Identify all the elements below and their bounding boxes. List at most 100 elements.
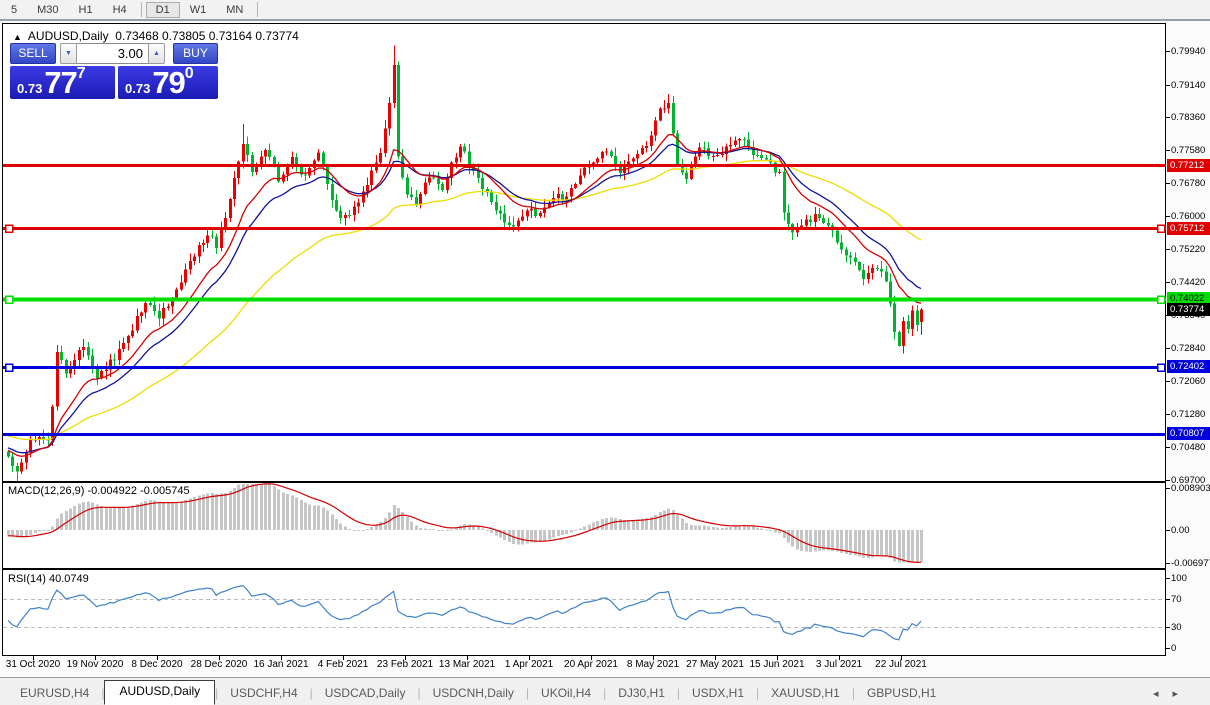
chart-tab-xauusd-h1[interactable]: XAUUSD,H1	[759, 683, 852, 705]
chart-tab-audusd-daily[interactable]: AUDUSD,Daily	[104, 680, 215, 705]
macd-histogram-bar	[255, 484, 258, 530]
chart-tab-usdcnh-daily[interactable]: USDCNH,Daily	[421, 683, 526, 705]
chart-tab-usdcad-daily[interactable]: USDCAD,Daily	[313, 683, 418, 705]
level-anchor-handle[interactable]	[1158, 364, 1165, 371]
candle-body	[153, 305, 156, 311]
macd-histogram-bar	[543, 530, 546, 541]
level-anchor-handle[interactable]	[6, 225, 13, 232]
macd-histogram-bar	[136, 504, 139, 530]
macd-histogram-bar	[437, 530, 440, 531]
date-axis-label: 4 Feb 2021	[318, 659, 369, 670]
buy-price-box[interactable]: 0.73 79 0	[118, 66, 218, 99]
macd-histogram-bar	[814, 530, 817, 551]
candle-body	[920, 309, 923, 322]
level-anchor-handle[interactable]	[1158, 296, 1165, 303]
chart-tab-gbpusd-h1[interactable]: GBPUSD,H1	[855, 683, 948, 705]
chart-canvas[interactable]	[0, 0, 1210, 705]
candle-body	[370, 171, 373, 185]
macd-histogram-bar	[251, 484, 254, 530]
candle-body	[215, 237, 218, 248]
candle-body	[127, 336, 130, 343]
candle-body	[87, 347, 90, 355]
candle-body	[659, 109, 662, 121]
macd-histogram-bar	[131, 505, 134, 530]
volume-input[interactable]	[77, 43, 148, 64]
macd-histogram-bar	[286, 494, 289, 530]
candle-body	[348, 215, 351, 216]
buy-button[interactable]: BUY	[173, 43, 218, 64]
sell-price-box[interactable]: 0.73 77 7	[10, 66, 115, 99]
macd-histogram-bar	[357, 530, 360, 531]
macd-scale-label: -0.006977	[1171, 558, 1210, 569]
candle-body	[876, 268, 879, 269]
candle-body	[778, 172, 781, 173]
macd-histogram-bar	[224, 493, 227, 530]
level-anchor-handle[interactable]	[1158, 225, 1165, 232]
chart-tab-usdchf-h4[interactable]: USDCHF,H4	[218, 683, 309, 705]
macd-histogram-bar	[184, 500, 187, 530]
candle-body	[56, 352, 59, 407]
chart-tab-ukoil-h4[interactable]: UKOil,H4	[529, 683, 603, 705]
candle-body	[570, 188, 573, 197]
macd-histogram-bar	[552, 530, 555, 538]
candle-body	[685, 172, 688, 178]
candle-body	[557, 194, 560, 198]
chart-tab-usdx-h1[interactable]: USDX,H1	[680, 683, 756, 705]
macd-histogram-bar	[29, 530, 32, 535]
macd-histogram-bar	[911, 530, 914, 563]
pane-separator-rsi[interactable]	[2, 568, 1166, 570]
macd-histogram-bar	[703, 526, 706, 530]
volume-increase-button[interactable]: ▲	[148, 43, 165, 64]
candle-body	[703, 147, 706, 148]
candle-body	[858, 262, 861, 270]
price-axis-label: 0.78360	[1171, 112, 1205, 123]
chart-tab-dj30-h1[interactable]: DJ30,H1	[606, 683, 677, 705]
pane-separator-macd[interactable]	[2, 481, 1166, 483]
macd-histogram-bar	[113, 508, 116, 530]
macd-histogram-bar	[304, 503, 307, 530]
candle-body	[206, 235, 209, 242]
date-axis-label: 27 May 2021	[686, 659, 744, 670]
chart-tab-eurusd-h4[interactable]: EURUSD,H4	[8, 683, 101, 705]
candle-body	[189, 261, 192, 270]
macd-histogram-bar	[685, 523, 688, 530]
volume-decrease-button[interactable]: ▼	[60, 43, 77, 64]
candle-body	[508, 222, 511, 224]
tab-scroll-arrows[interactable]: ◂▸	[1153, 687, 1192, 700]
candle-body	[251, 155, 254, 172]
level-anchor-handle[interactable]	[6, 296, 13, 303]
candle-body	[78, 350, 81, 360]
candle-body	[162, 308, 165, 319]
macd-histogram-bar	[428, 529, 431, 530]
macd-histogram-bar	[526, 530, 529, 543]
collapse-arrow-icon[interactable]: ▲	[13, 32, 22, 42]
candle-body	[25, 453, 28, 463]
macd-histogram-bar	[557, 530, 560, 536]
candle-body	[60, 352, 63, 360]
macd-histogram-bar	[229, 491, 232, 530]
macd-histogram-bar	[716, 528, 719, 530]
candle-body	[339, 211, 342, 218]
macd-histogram-bar	[51, 526, 54, 530]
macd-histogram-bar	[326, 511, 329, 530]
macd-histogram-bar	[725, 527, 728, 530]
one-click-trading-panel: SELL ▼ ▲ BUY 0.73 77 7 0.73 79 0	[10, 43, 218, 99]
date-axis-label: 22 Jul 2021	[875, 659, 927, 670]
candle-body	[211, 235, 214, 236]
price-axis-label: 0.74420	[1171, 277, 1205, 288]
rsi-indicator-label: RSI(14) 40.0749	[8, 573, 89, 585]
macd-histogram-bar	[663, 510, 666, 530]
candle-body	[419, 194, 422, 204]
candle-body	[663, 108, 666, 109]
candle-body	[384, 128, 387, 153]
macd-histogram-bar	[313, 505, 316, 530]
macd-histogram-bar	[831, 530, 834, 551]
level-anchor-handle[interactable]	[6, 364, 13, 371]
chart-window-border	[3, 24, 1166, 656]
candle-body	[136, 316, 139, 330]
date-axis-label: 19 Nov 2020	[67, 659, 124, 670]
macd-histogram-bar	[362, 530, 365, 531]
sell-button[interactable]: SELL	[10, 43, 56, 64]
macd-histogram-bar	[322, 507, 325, 530]
candle-body	[291, 157, 294, 164]
